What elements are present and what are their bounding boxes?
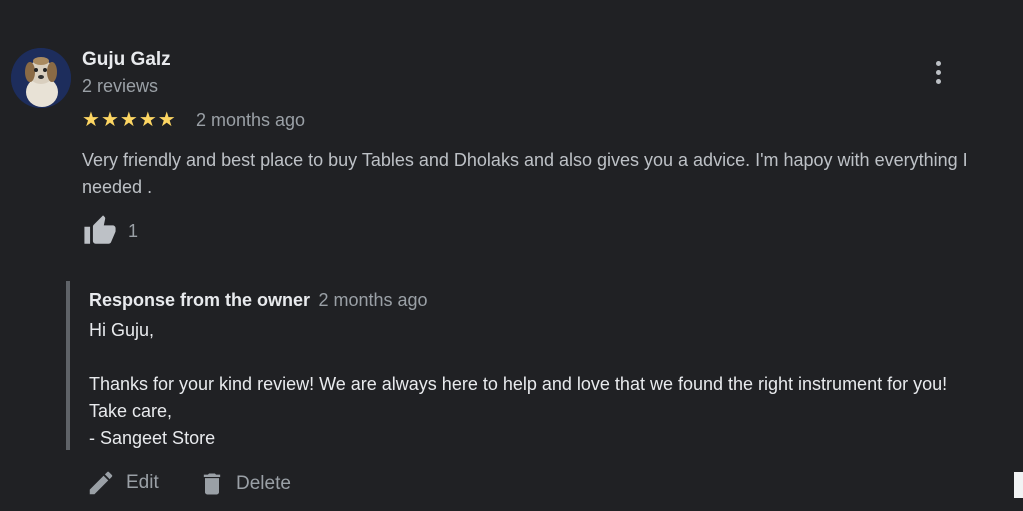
star-icon: ★ xyxy=(119,109,138,131)
scrollbar-corner xyxy=(1014,472,1023,498)
edit-icon xyxy=(89,471,113,495)
owner-response-text: Hi Guju, Thanks for your kind review! We… xyxy=(89,317,989,452)
owner-response-header: Response from the owner 2 months ago xyxy=(89,290,428,311)
like-button[interactable]: 1 xyxy=(82,214,138,248)
author-review-count: 2 reviews xyxy=(82,76,159,96)
review-text: Very friendly and best place to buy Tabl… xyxy=(82,150,968,197)
thumb-up-icon xyxy=(84,215,116,244)
dog-avatar-image xyxy=(11,48,71,108)
author-avatar[interactable] xyxy=(11,48,71,108)
star-icon: ★ xyxy=(157,109,176,131)
owner-response-greeting: Hi Guju, xyxy=(89,320,155,340)
owner-response-signature: - Sangeet Store xyxy=(89,428,216,448)
review-date: 2 months ago xyxy=(196,110,306,130)
star-icon: ★ xyxy=(82,109,100,131)
owner-response-body: Thanks for your kind review! We are alwa… xyxy=(89,374,948,421)
author-name[interactable]: Guju Galz xyxy=(82,49,171,71)
like-count: 1 xyxy=(128,220,139,241)
edit-button[interactable]: Edit xyxy=(86,468,159,498)
more-options-button[interactable] xyxy=(926,56,950,88)
edit-label: Edit xyxy=(126,472,159,493)
more-vert-icon xyxy=(935,60,941,66)
owner-response-date: 2 months ago xyxy=(318,290,428,310)
owner-response-label: Response from the owner xyxy=(89,290,311,310)
star-icon: ★ xyxy=(138,109,157,131)
owner-response-divider xyxy=(66,281,70,450)
star-rating: ★ ★ ★ ★ ★ xyxy=(82,108,176,132)
delete-label: Delete xyxy=(236,473,291,494)
delete-button[interactable]: Delete xyxy=(198,468,291,500)
star-icon: ★ xyxy=(100,109,119,131)
delete-icon xyxy=(203,473,221,495)
